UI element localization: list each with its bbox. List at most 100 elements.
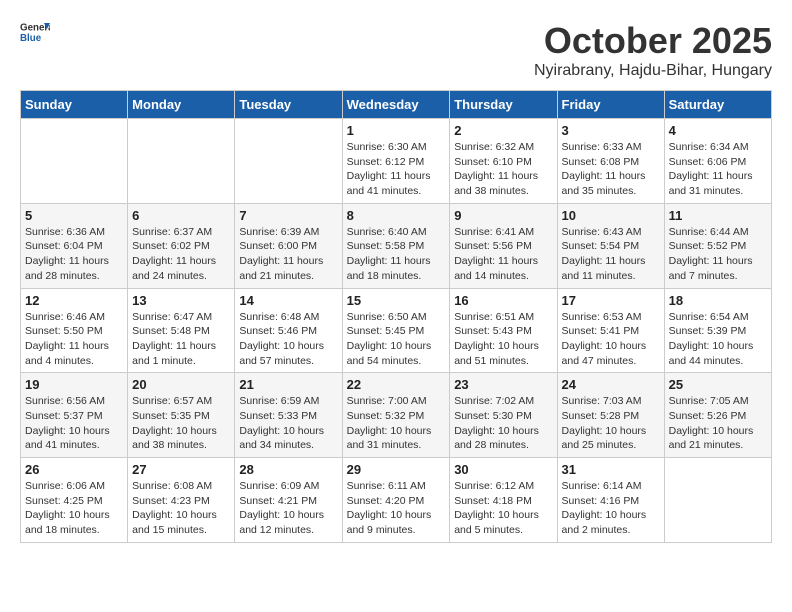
calendar-cell: 30Sunrise: 6:12 AM Sunset: 4:18 PM Dayli… — [450, 458, 557, 543]
calendar-body: 1 Sunrise: 6:30 AM Sunset: 6:12 PM Daylig… — [21, 119, 772, 543]
calendar-cell: 18 Sunrise: 6:54 AM Sunset: 5:39 PM Dayli… — [664, 288, 771, 373]
day-info: Sunrise: 6:39 AM Sunset: 6:00 PM Dayligh… — [239, 225, 337, 284]
day-info: Sunrise: 6:12 AM Sunset: 4:18 PM Dayligh… — [454, 479, 552, 538]
day-number: 7 — [239, 208, 337, 223]
day-number: 18 — [669, 293, 767, 308]
calendar-cell: 15 Sunrise: 6:50 AM Sunset: 5:45 PM Dayli… — [342, 288, 450, 373]
calendar-cell: 6Sunrise: 6:37 AM Sunset: 6:02 PM Daylig… — [128, 203, 235, 288]
day-number: 21 — [239, 377, 337, 392]
day-info: Sunrise: 6:40 AM Sunset: 5:58 PM Dayligh… — [347, 225, 446, 284]
day-number: 15 — [347, 293, 446, 308]
calendar-cell: 8 Sunrise: 6:40 AM Sunset: 5:58 PM Daylig… — [342, 203, 450, 288]
calendar-cell: 20Sunrise: 6:57 AM Sunset: 5:35 PM Dayli… — [128, 373, 235, 458]
day-info: Sunrise: 6:06 AM Sunset: 4:25 PM Dayligh… — [25, 479, 123, 538]
day-number: 12 — [25, 293, 123, 308]
day-info: Sunrise: 6:47 AM Sunset: 5:48 PM Dayligh… — [132, 310, 230, 369]
day-info: Sunrise: 6:08 AM Sunset: 4:23 PM Dayligh… — [132, 479, 230, 538]
day-info: Sunrise: 6:33 AM Sunset: 6:08 PM Dayligh… — [562, 140, 660, 199]
day-number: 23 — [454, 377, 552, 392]
logo: General Blue — [20, 20, 50, 44]
calendar-cell: 16 Sunrise: 6:51 AM Sunset: 5:43 PM Dayli… — [450, 288, 557, 373]
day-number: 5 — [25, 208, 123, 223]
header-monday: Monday — [128, 91, 235, 119]
day-number: 29 — [347, 462, 446, 477]
week-row-5: 26 Sunrise: 6:06 AM Sunset: 4:25 PM Dayli… — [21, 458, 772, 543]
day-info: Sunrise: 6:41 AM Sunset: 5:56 PM Dayligh… — [454, 225, 552, 284]
day-number: 19 — [25, 377, 123, 392]
day-info: Sunrise: 6:54 AM Sunset: 5:39 PM Dayligh… — [669, 310, 767, 369]
day-info: Sunrise: 6:36 AM Sunset: 6:04 PM Dayligh… — [25, 225, 123, 284]
calendar-cell: 28 Sunrise: 6:09 AM Sunset: 4:21 PM Dayli… — [235, 458, 342, 543]
calendar-cell: 29 Sunrise: 6:11 AM Sunset: 4:20 PM Dayli… — [342, 458, 450, 543]
header-saturday: Saturday — [664, 91, 771, 119]
day-info: Sunrise: 6:51 AM Sunset: 5:43 PM Dayligh… — [454, 310, 552, 369]
calendar-cell: 4 Sunrise: 6:34 AM Sunset: 6:06 PM Daylig… — [664, 119, 771, 204]
page-header: General Blue October 2025 Nyirabrany, Ha… — [20, 20, 772, 80]
day-info: Sunrise: 7:02 AM Sunset: 5:30 PM Dayligh… — [454, 394, 552, 453]
header-friday: Friday — [557, 91, 664, 119]
title-section: October 2025 Nyirabrany, Hajdu-Bihar, Hu… — [534, 20, 772, 80]
header-tuesday: Tuesday — [235, 91, 342, 119]
location-title: Nyirabrany, Hajdu-Bihar, Hungary — [534, 62, 772, 80]
day-info: Sunrise: 6:50 AM Sunset: 5:45 PM Dayligh… — [347, 310, 446, 369]
day-number: 9 — [454, 208, 552, 223]
day-info: Sunrise: 6:11 AM Sunset: 4:20 PM Dayligh… — [347, 479, 446, 538]
day-info: Sunrise: 6:37 AM Sunset: 6:02 PM Dayligh… — [132, 225, 230, 284]
calendar-cell: 3 Sunrise: 6:33 AM Sunset: 6:08 PM Daylig… — [557, 119, 664, 204]
day-number: 25 — [669, 377, 767, 392]
day-info: Sunrise: 6:43 AM Sunset: 5:54 PM Dayligh… — [562, 225, 660, 284]
day-number: 22 — [347, 377, 446, 392]
day-info: Sunrise: 6:46 AM Sunset: 5:50 PM Dayligh… — [25, 310, 123, 369]
day-number: 10 — [562, 208, 660, 223]
day-number: 4 — [669, 123, 767, 138]
calendar-cell: 9 Sunrise: 6:41 AM Sunset: 5:56 PM Daylig… — [450, 203, 557, 288]
day-number: 16 — [454, 293, 552, 308]
day-info: Sunrise: 6:59 AM Sunset: 5:33 PM Dayligh… — [239, 394, 337, 453]
day-info: Sunrise: 6:44 AM Sunset: 5:52 PM Dayligh… — [669, 225, 767, 284]
calendar-cell: 5 Sunrise: 6:36 AM Sunset: 6:04 PM Daylig… — [21, 203, 128, 288]
day-number: 8 — [347, 208, 446, 223]
week-row-3: 12 Sunrise: 6:46 AM Sunset: 5:50 PM Dayli… — [21, 288, 772, 373]
calendar-cell: 13 Sunrise: 6:47 AM Sunset: 5:48 PM Dayli… — [128, 288, 235, 373]
calendar-cell: 23 Sunrise: 7:02 AM Sunset: 5:30 PM Dayli… — [450, 373, 557, 458]
day-info: Sunrise: 6:56 AM Sunset: 5:37 PM Dayligh… — [25, 394, 123, 453]
week-row-4: 19 Sunrise: 6:56 AM Sunset: 5:37 PM Dayli… — [21, 373, 772, 458]
week-row-2: 5 Sunrise: 6:36 AM Sunset: 6:04 PM Daylig… — [21, 203, 772, 288]
calendar-cell — [664, 458, 771, 543]
day-number: 13 — [132, 293, 230, 308]
calendar-cell: 11 Sunrise: 6:44 AM Sunset: 5:52 PM Dayli… — [664, 203, 771, 288]
calendar-cell — [21, 119, 128, 204]
day-number: 27 — [132, 462, 230, 477]
calendar-cell: 1 Sunrise: 6:30 AM Sunset: 6:12 PM Daylig… — [342, 119, 450, 204]
day-number: 1 — [347, 123, 446, 138]
calendar-cell: 2Sunrise: 6:32 AM Sunset: 6:10 PM Daylig… — [450, 119, 557, 204]
day-info: Sunrise: 6:09 AM Sunset: 4:21 PM Dayligh… — [239, 479, 337, 538]
calendar-cell: 26 Sunrise: 6:06 AM Sunset: 4:25 PM Dayli… — [21, 458, 128, 543]
month-title: October 2025 — [534, 20, 772, 62]
day-info: Sunrise: 6:34 AM Sunset: 6:06 PM Dayligh… — [669, 140, 767, 199]
calendar-cell: 31Sunrise: 6:14 AM Sunset: 4:16 PM Dayli… — [557, 458, 664, 543]
day-info: Sunrise: 6:48 AM Sunset: 5:46 PM Dayligh… — [239, 310, 337, 369]
day-info: Sunrise: 6:32 AM Sunset: 6:10 PM Dayligh… — [454, 140, 552, 199]
calendar-header-row: SundayMondayTuesdayWednesdayThursdayFrid… — [21, 91, 772, 119]
calendar-cell: 7 Sunrise: 6:39 AM Sunset: 6:00 PM Daylig… — [235, 203, 342, 288]
calendar-cell — [235, 119, 342, 204]
day-info: Sunrise: 6:30 AM Sunset: 6:12 PM Dayligh… — [347, 140, 446, 199]
calendar-cell: 24Sunrise: 7:03 AM Sunset: 5:28 PM Dayli… — [557, 373, 664, 458]
header-wednesday: Wednesday — [342, 91, 450, 119]
day-info: Sunrise: 7:03 AM Sunset: 5:28 PM Dayligh… — [562, 394, 660, 453]
header-sunday: Sunday — [21, 91, 128, 119]
day-number: 3 — [562, 123, 660, 138]
day-info: Sunrise: 7:05 AM Sunset: 5:26 PM Dayligh… — [669, 394, 767, 453]
calendar-cell: 27 Sunrise: 6:08 AM Sunset: 4:23 PM Dayli… — [128, 458, 235, 543]
svg-text:Blue: Blue — [20, 33, 42, 44]
day-number: 26 — [25, 462, 123, 477]
logo-icon: General Blue — [20, 20, 50, 44]
calendar-table: SundayMondayTuesdayWednesdayThursdayFrid… — [20, 90, 772, 543]
week-row-1: 1 Sunrise: 6:30 AM Sunset: 6:12 PM Daylig… — [21, 119, 772, 204]
day-number: 31 — [562, 462, 660, 477]
day-number: 28 — [239, 462, 337, 477]
calendar-cell: 25 Sunrise: 7:05 AM Sunset: 5:26 PM Dayli… — [664, 373, 771, 458]
day-number: 17 — [562, 293, 660, 308]
day-number: 11 — [669, 208, 767, 223]
